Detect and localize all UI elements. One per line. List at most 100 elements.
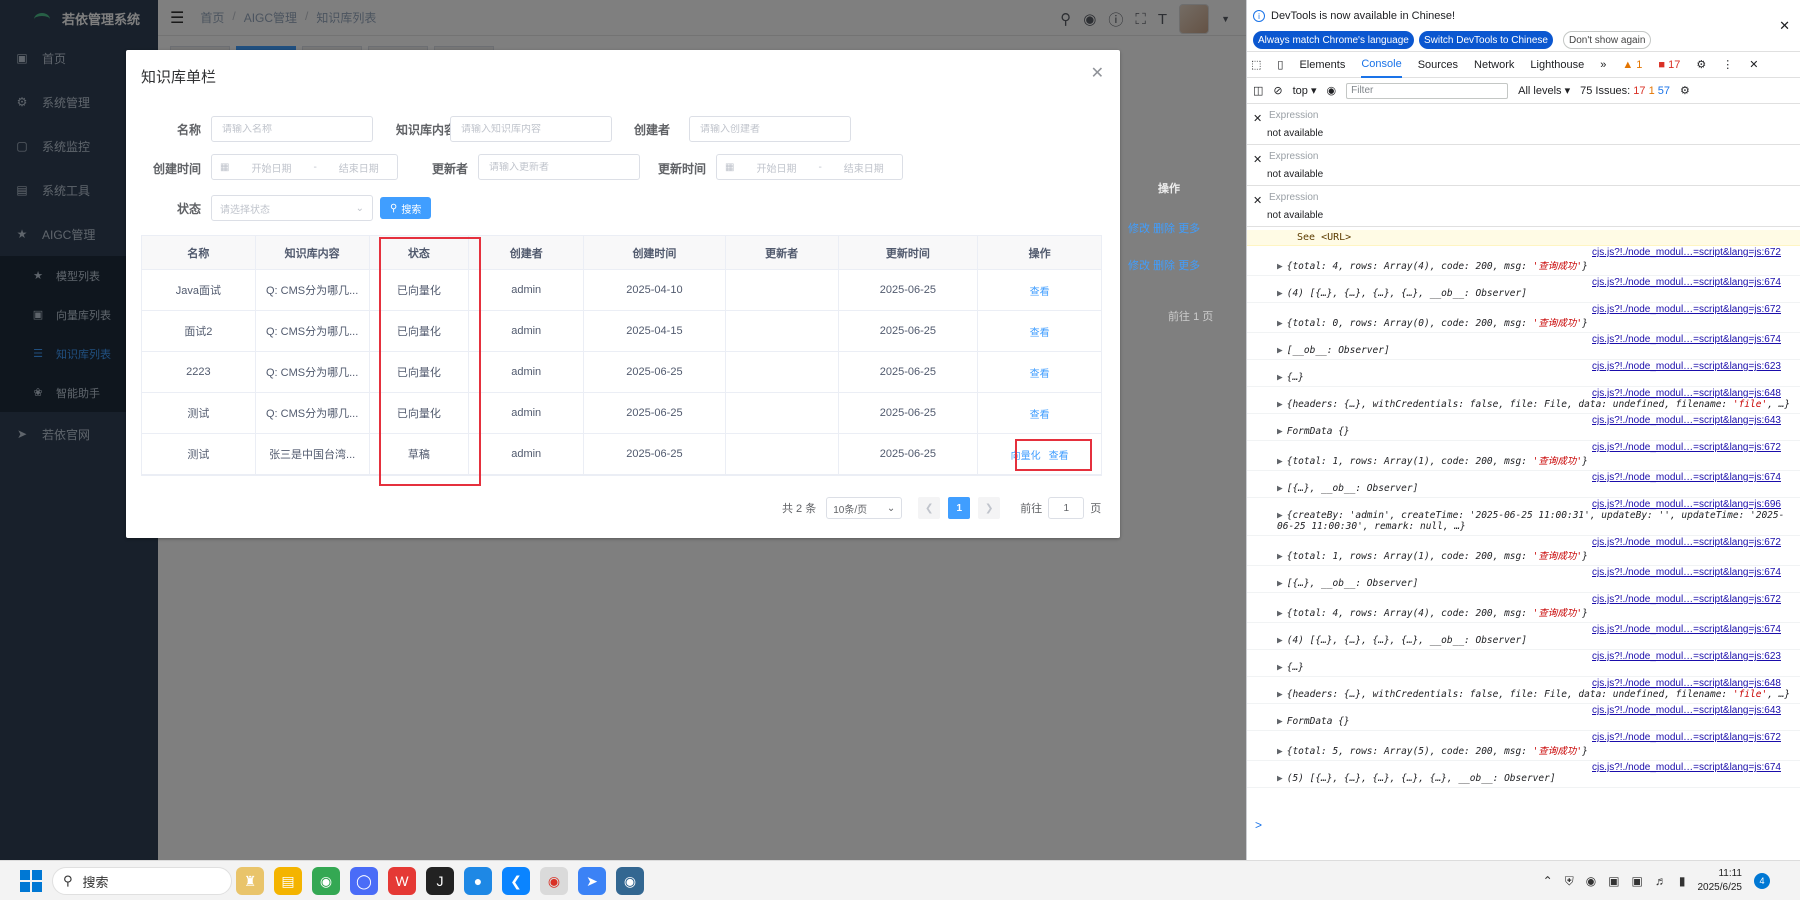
warning-badge[interactable]: ▲ 1 (1622, 59, 1642, 71)
console-message[interactable]: cjs.js?!./node_modul…=script&lang=js:623… (1247, 360, 1800, 387)
console-message[interactable]: cjs.js?!./node_modul…=script&lang=js:648… (1247, 387, 1800, 414)
notification-badge[interactable]: 4 (1754, 873, 1770, 889)
create-end-date[interactable]: 结束日期 (329, 160, 389, 175)
close-icon[interactable]: ✕ (1779, 18, 1790, 34)
tab-sources[interactable]: Sources (1418, 59, 1458, 71)
expand-triangle-icon[interactable]: ▶ (1277, 578, 1283, 589)
switch-chinese-button[interactable]: Switch DevTools to Chinese (1419, 31, 1553, 49)
chevron-up-icon[interactable]: ⌃ (1543, 874, 1553, 888)
console-message[interactable]: cjs.js?!./node_modul…=script&lang=js:643… (1247, 704, 1800, 731)
view-link[interactable]: 查看 (1030, 406, 1050, 421)
console-source-link[interactable]: cjs.js?!./node_modul…=script&lang=js:674 (1592, 277, 1781, 288)
tab-lighthouse[interactable]: Lighthouse (1530, 59, 1584, 71)
remove-expression-icon[interactable]: ✕ (1253, 112, 1262, 125)
clear-console-icon[interactable]: ⊘ (1273, 84, 1282, 97)
console-message[interactable]: cjs.js?!./node_modul…=script&lang=js:674… (1247, 761, 1800, 788)
settings-icon[interactable]: ⚙ (1696, 58, 1706, 71)
update-time-range[interactable]: ▦ 开始日期 - 结束日期 (716, 154, 903, 180)
expand-triangle-icon[interactable]: ▶ (1277, 456, 1283, 467)
expand-triangle-icon[interactable]: ▶ (1277, 399, 1283, 410)
expand-triangle-icon[interactable]: ▶ (1277, 345, 1283, 356)
close-icon[interactable]: ✕ (1749, 58, 1758, 71)
view-link[interactable]: 查看 (1030, 324, 1050, 339)
console-message[interactable]: cjs.js?!./node_modul…=script&lang=js:674… (1247, 471, 1800, 498)
issues-summary[interactable]: 75 Issues: 17 1 57 (1580, 85, 1670, 97)
console-source-link[interactable]: cjs.js?!./node_modul…=script&lang=js:672 (1592, 304, 1781, 315)
sidebar-toggle-icon[interactable]: ◫ (1253, 84, 1263, 97)
update-end-date[interactable]: 结束日期 (834, 160, 894, 175)
close-icon[interactable]: ✕ (1091, 63, 1104, 83)
match-language-button[interactable]: Always match Chrome's language (1253, 31, 1414, 49)
vscode-icon[interactable]: ❮ (502, 867, 530, 895)
more-tabs-icon[interactable]: » (1600, 59, 1606, 71)
expression-placeholder[interactable]: Expression (1269, 151, 1318, 162)
kebab-menu-icon[interactable]: ⋮ (1722, 58, 1733, 71)
error-badge[interactable]: ■ 17 (1658, 59, 1680, 71)
prev-page-button[interactable]: ❮ (918, 497, 941, 519)
windows-start-icon[interactable] (20, 870, 42, 892)
console-message[interactable]: cjs.js?!./node_modul…=script&lang=js:648… (1247, 677, 1800, 704)
shield-icon[interactable]: ⛨ (1565, 874, 1574, 889)
update-start-date[interactable]: 开始日期 (746, 160, 806, 175)
page-number-current[interactable]: 1 (948, 497, 971, 519)
postgres-icon[interactable]: ◉ (616, 867, 644, 895)
console-message[interactable]: cjs.js?!./node_modul…=script&lang=js:672… (1247, 303, 1800, 333)
language-icon[interactable]: ◉ (1586, 874, 1596, 888)
volume-icon[interactable]: ♬ (1655, 874, 1667, 888)
tab-elements[interactable]: Elements (1299, 59, 1345, 71)
taskbar-search[interactable]: ⚲ 搜索 (52, 867, 232, 895)
console-message[interactable]: cjs.js?!./node_modul…=script&lang=js:696… (1247, 498, 1800, 536)
console-source-link[interactable]: cjs.js?!./node_modul…=script&lang=js:674 (1592, 624, 1781, 635)
console-source-link[interactable]: cjs.js?!./node_modul…=script&lang=js:672 (1592, 732, 1781, 743)
console-source-link[interactable]: cjs.js?!./node_modul…=script&lang=js:674 (1592, 762, 1781, 773)
network-icon[interactable]: ▣ (1632, 874, 1643, 888)
clock[interactable]: 11:11 2025/6/25 (1698, 867, 1743, 895)
expand-triangle-icon[interactable]: ▶ (1277, 372, 1283, 383)
console-message[interactable]: cjs.js?!./node_modul…=script&lang=js:672… (1247, 593, 1800, 623)
inspect-icon[interactable]: ⬚ (1251, 58, 1261, 71)
console-source-link[interactable]: cjs.js?!./node_modul…=script&lang=js:672 (1592, 537, 1781, 548)
console-message[interactable]: cjs.js?!./node_modul…=script&lang=js:672… (1247, 731, 1800, 761)
expand-triangle-icon[interactable]: ▶ (1277, 318, 1283, 329)
expand-triangle-icon[interactable]: ▶ (1277, 426, 1283, 437)
console-source-link[interactable]: cjs.js?!./node_modul…=script&lang=js:672 (1592, 442, 1781, 453)
expand-triangle-icon[interactable]: ▶ (1277, 551, 1283, 562)
console-source-link[interactable]: cjs.js?!./node_modul…=script&lang=js:643 (1592, 415, 1781, 426)
console-message[interactable]: cjs.js?!./node_modul…=script&lang=js:643… (1247, 414, 1800, 441)
chat-app-icon[interactable]: ◯ (350, 867, 378, 895)
log-levels-select[interactable]: All levels ▾ (1518, 84, 1570, 97)
expression-placeholder[interactable]: Expression (1269, 192, 1318, 203)
creator-input[interactable] (700, 123, 840, 135)
console-message[interactable]: cjs.js?!./node_modul…=script&lang=js:672… (1247, 246, 1800, 276)
app-tray-icon[interactable]: ▣ (1608, 874, 1619, 888)
expand-triangle-icon[interactable]: ▶ (1277, 510, 1283, 521)
console-message[interactable]: cjs.js?!./node_modul…=script&lang=js:672… (1247, 536, 1800, 566)
expand-triangle-icon[interactable]: ▶ (1277, 716, 1283, 727)
wps-icon[interactable]: W (388, 867, 416, 895)
console-message[interactable]: cjs.js?!./node_modul…=script&lang=js:674… (1247, 276, 1800, 303)
intellij-icon[interactable]: J (426, 867, 454, 895)
context-select[interactable]: top ▾ (1293, 84, 1317, 97)
console-prompt[interactable]: > (1255, 818, 1262, 832)
console-source-link[interactable]: cjs.js?!./node_modul…=script&lang=js:643 (1592, 705, 1781, 716)
console-message[interactable]: cjs.js?!./node_modul…=script&lang=js:672… (1247, 441, 1800, 471)
console-filter-input[interactable]: Filter (1346, 82, 1509, 99)
chrome-icon[interactable]: ◉ (540, 867, 568, 895)
tab-network[interactable]: Network (1474, 59, 1514, 71)
console-source-link[interactable]: cjs.js?!./node_modul…=script&lang=js:674 (1592, 334, 1781, 345)
create-time-range[interactable]: ▦ 开始日期 - 结束日期 (211, 154, 398, 180)
dont-show-again-button[interactable]: Don't show again (1563, 31, 1652, 49)
castle-app-icon[interactable]: ♜ (236, 867, 264, 895)
battery-icon[interactable]: ▮ (1679, 874, 1686, 888)
device-toggle-icon[interactable]: ▯ (1277, 58, 1283, 71)
map-pin-icon[interactable]: ● (464, 867, 492, 895)
view-link[interactable]: 查看 (1030, 283, 1050, 298)
remove-expression-icon[interactable]: ✕ (1253, 153, 1262, 166)
expand-triangle-icon[interactable]: ▶ (1277, 746, 1283, 757)
wechat-icon[interactable]: ◉ (312, 867, 340, 895)
console-source-link[interactable]: cjs.js?!./node_modul…=script&lang=js:674 (1592, 472, 1781, 483)
console-source-link[interactable]: cjs.js?!./node_modul…=script&lang=js:648 (1592, 388, 1781, 399)
feishu-icon[interactable]: ➤ (578, 867, 606, 895)
console-source-link[interactable]: cjs.js?!./node_modul…=script&lang=js:623 (1592, 361, 1781, 372)
expand-triangle-icon[interactable]: ▶ (1277, 635, 1283, 646)
